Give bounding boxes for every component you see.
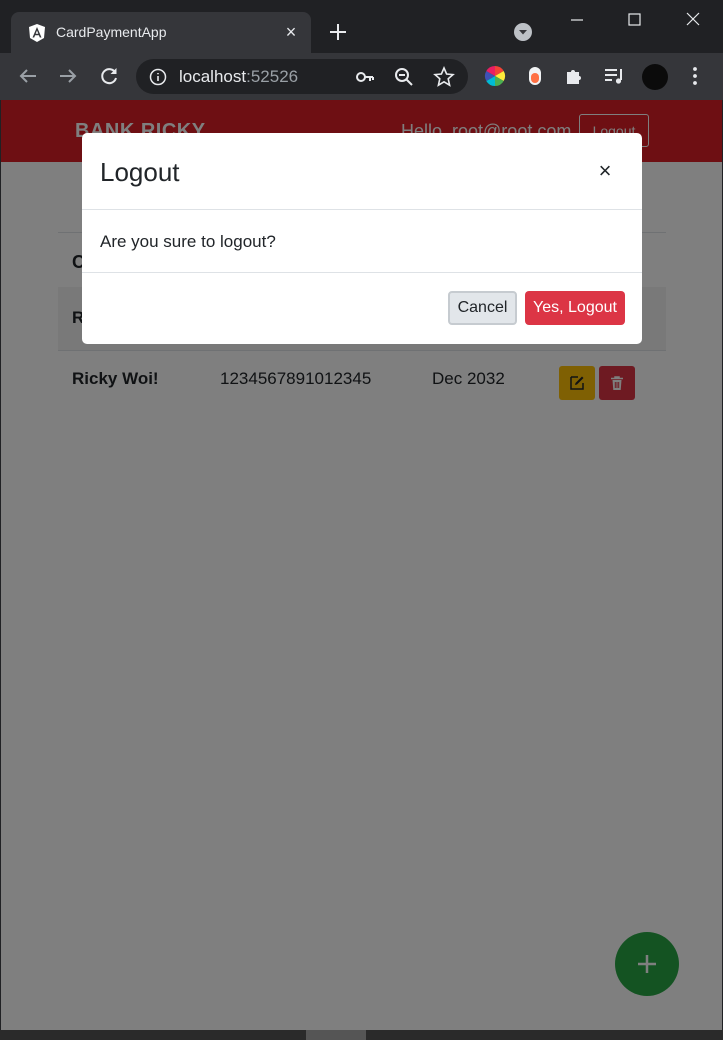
color-picker-extension-icon[interactable] <box>483 64 507 88</box>
dialog-header: Logout × <box>82 133 642 210</box>
url-host: localhost <box>179 67 247 86</box>
maximize-icon[interactable] <box>620 6 650 34</box>
tab-close-icon[interactable]: × <box>281 22 301 42</box>
page-viewport: BANK RICKY Hello, root@root.com Logout C… <box>1 100 722 1030</box>
new-tab-icon[interactable] <box>326 20 350 44</box>
zoom-out-icon[interactable] <box>393 66 415 88</box>
bookmark-star-icon[interactable] <box>433 66 455 88</box>
reload-icon[interactable] <box>97 64 121 88</box>
dialog-message: Are you sure to logout? <box>100 232 276 251</box>
back-icon[interactable] <box>16 64 40 88</box>
logout-dialog: Logout × Are you sure to logout? Cancel … <box>82 133 642 344</box>
more-menu-icon[interactable] <box>683 64 707 88</box>
url-text[interactable]: localhost:52526 <box>179 67 298 87</box>
tab-search-icon[interactable] <box>513 22 533 42</box>
cancel-button[interactable]: Cancel <box>448 291 517 325</box>
scrollbar-thumb[interactable] <box>306 1030 366 1040</box>
dialog-close-icon[interactable]: × <box>592 159 618 185</box>
url-port: :52526 <box>246 67 299 86</box>
angular-icon <box>29 24 45 42</box>
profile-avatar-icon[interactable] <box>641 63 669 91</box>
key-icon[interactable] <box>354 66 376 88</box>
extension-icon[interactable] <box>523 64 547 88</box>
media-playlist-icon[interactable] <box>602 64 626 88</box>
forward-icon[interactable] <box>56 64 80 88</box>
tab-title: CardPaymentApp <box>56 24 167 40</box>
dialog-title: Logout <box>100 157 180 187</box>
info-icon[interactable] <box>149 68 167 86</box>
horizontal-scrollbar[interactable] <box>0 1030 723 1040</box>
dialog-body: Are you sure to logout? <box>82 210 642 273</box>
minimize-icon[interactable] <box>562 6 592 34</box>
browser-tab[interactable]: CardPaymentApp × <box>11 12 311 53</box>
browser-toolbar: localhost:52526 <box>0 53 723 100</box>
confirm-logout-button[interactable]: Yes, Logout <box>525 291 625 325</box>
address-bar[interactable]: localhost:52526 <box>136 59 468 94</box>
extensions-puzzle-icon[interactable] <box>562 64 586 88</box>
browser-tab-strip: CardPaymentApp × <box>0 0 723 53</box>
close-window-icon[interactable] <box>678 6 708 34</box>
